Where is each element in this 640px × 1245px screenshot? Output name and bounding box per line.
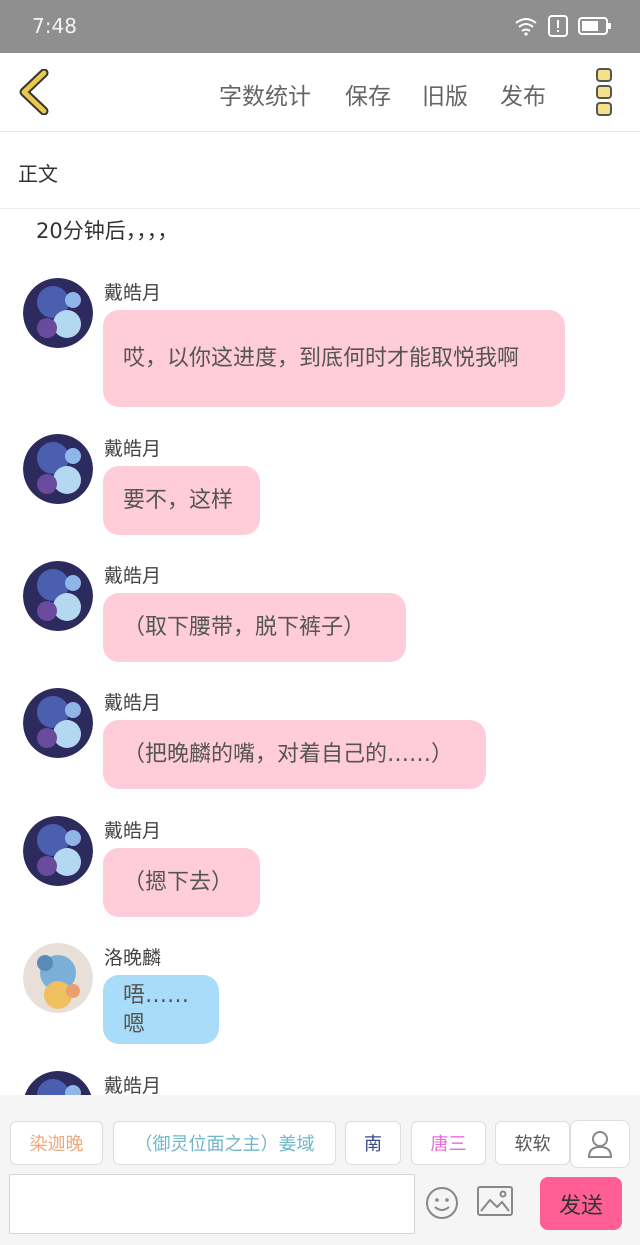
image-icon <box>477 1186 513 1216</box>
message-text: 哎，以你这进度，到底何时才能取悦我啊 <box>123 346 520 371</box>
publish-link[interactable]: 发布 <box>500 77 546 111</box>
avatar[interactable] <box>23 943 93 1013</box>
message-bubble[interactable]: 唔……嗯 <box>103 975 219 1044</box>
character-chip[interactable]: 软软 <box>495 1121 570 1165</box>
avatar[interactable] <box>23 561 93 631</box>
section-label: 正文 <box>18 162 58 186</box>
message-input[interactable] <box>9 1174 415 1234</box>
character-chip[interactable]: 南 <box>345 1121 401 1165</box>
chat-area[interactable]: 20分钟后，，，， 戴皓月 哎，以你这进度，到底何时才能取悦我啊 戴皓月 要不，… <box>0 209 640 1095</box>
sender-name: 戴皓月 <box>104 820 162 842</box>
status-time: 7:48 <box>32 14 77 38</box>
sender-name: 洛晚麟 <box>104 947 162 969</box>
sender-name: 戴皓月 <box>104 282 162 304</box>
avatar[interactable] <box>23 434 93 504</box>
message-text: （摁下去） <box>123 870 234 895</box>
old-version-link[interactable]: 旧版 <box>422 77 468 111</box>
bottom-panel: 染迦晚 （御灵位面之主）姜域 南 唐三 软软 发送 <box>0 1095 640 1245</box>
message-bubble[interactable]: （把晚麟的嘴，对着自己的……） <box>103 720 486 789</box>
chevron-left-icon <box>19 68 49 116</box>
message-text: （取下腰带，脱下裤子） <box>123 615 366 640</box>
character-chip[interactable]: （御灵位面之主）姜域 <box>113 1121 336 1165</box>
avatar[interactable] <box>23 278 93 348</box>
status-icons <box>514 15 612 37</box>
word-count-link[interactable]: 字数统计 <box>219 77 311 111</box>
sender-name: 戴皓月 <box>104 1075 162 1095</box>
user-icon <box>587 1131 613 1158</box>
message-text: （把晚麟的嘴，对着自己的……） <box>123 742 454 767</box>
alert-icon <box>548 15 568 37</box>
emoji-button[interactable] <box>425 1186 459 1220</box>
status-bar: 7:48 <box>0 0 640 53</box>
message-text: 唔……嗯 <box>123 982 190 1037</box>
sender-name: 戴皓月 <box>104 438 162 460</box>
message-bubble[interactable]: （取下腰带，脱下裤子） <box>103 593 406 662</box>
message-bubble[interactable]: 哎，以你这进度，到底何时才能取悦我啊 <box>103 310 565 407</box>
emoji-icon <box>426 1187 458 1219</box>
character-chip[interactable]: 染迦晚 <box>10 1121 103 1165</box>
send-button[interactable]: 发送 <box>540 1177 622 1230</box>
sender-name: 戴皓月 <box>104 565 162 587</box>
message-bubble[interactable]: 要不，这样 <box>103 466 260 535</box>
avatar[interactable] <box>23 816 93 886</box>
image-button[interactable] <box>477 1186 513 1216</box>
menu-button[interactable] <box>594 67 616 117</box>
sender-name: 戴皓月 <box>104 692 162 714</box>
wifi-icon <box>515 18 537 36</box>
character-chip[interactable]: 唐三 <box>411 1121 486 1165</box>
add-character-button[interactable] <box>570 1120 630 1168</box>
avatar[interactable] <box>23 688 93 758</box>
save-link[interactable]: 保存 <box>345 77 391 111</box>
more-vertical-icon <box>596 68 612 116</box>
battery-icon <box>578 17 611 35</box>
message-text: 要不，这样 <box>123 488 234 513</box>
narration-text: 20分钟后，，，， <box>36 219 179 243</box>
back-button[interactable] <box>16 68 56 116</box>
message-bubble[interactable]: （摁下去） <box>103 848 260 917</box>
top-bar: 字数统计 保存 旧版 发布 <box>0 53 640 132</box>
avatar[interactable] <box>23 1071 93 1095</box>
